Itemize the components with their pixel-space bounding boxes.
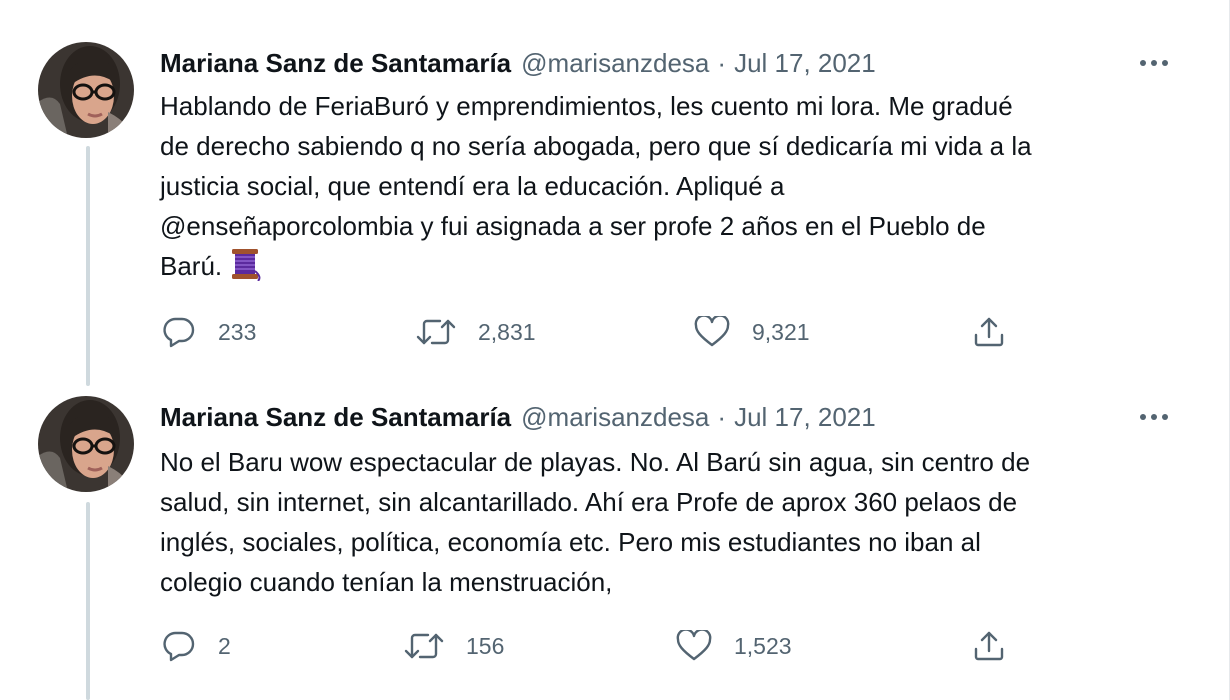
tweet-text-line: de derecho sabiendo q no sería abogada, … xyxy=(160,131,1032,161)
more-icon xyxy=(1140,60,1168,66)
like-count: 9,321 xyxy=(752,318,810,345)
author-name[interactable]: Mariana Sanz de Santamaría xyxy=(160,402,511,433)
retweet-button[interactable]: 2,831 xyxy=(416,312,536,352)
like-icon xyxy=(694,316,730,347)
tweet-text-line: justicia social, que entendí era la educ… xyxy=(160,171,785,201)
tweet-text: No el Baru wow espectacular de playas. N… xyxy=(160,442,1170,602)
retweet-icon xyxy=(404,633,444,659)
retweet-button[interactable]: 156 xyxy=(404,626,504,666)
author-handle[interactable]: @marisanzdesa xyxy=(521,48,709,79)
retweet-count: 2,831 xyxy=(478,318,536,345)
reply-count: 2 xyxy=(218,632,231,659)
tweet-actions: 233 2,831 9,321 xyxy=(158,312,1018,352)
tweet-text-line: colegio cuando tenían la menstruación, xyxy=(160,567,613,597)
like-icon xyxy=(676,630,712,661)
reply-button[interactable]: 2 xyxy=(162,626,231,666)
tweet[interactable]: Mariana Sanz de Santamaría @marisanzdesa… xyxy=(0,380,1210,700)
share-button[interactable] xyxy=(972,626,1006,666)
tweet-text: Hablando de FeriaBuró y emprendimientos,… xyxy=(160,86,1170,292)
tweet-text-line: Hablando de FeriaBuró y emprendimientos,… xyxy=(160,91,1013,121)
avatar[interactable] xyxy=(38,396,134,492)
reply-count: 233 xyxy=(218,318,257,345)
share-button[interactable] xyxy=(972,312,1006,352)
tweet-actions: 2 156 1,523 xyxy=(158,626,1018,666)
retweet-count: 156 xyxy=(466,632,505,659)
tweet-text-line: No el Baru wow espectacular de playas. N… xyxy=(160,447,1031,477)
tweet-date[interactable]: Jul 17, 2021 xyxy=(734,402,876,433)
tweet-text-line: salud, sin internet, sin alcantarillado.… xyxy=(160,487,1018,517)
like-button[interactable]: 1,523 xyxy=(676,626,792,666)
separator-dot: · xyxy=(717,401,727,432)
retweet-icon xyxy=(416,319,456,345)
author-name[interactable]: Mariana Sanz de Santamaría xyxy=(160,48,511,79)
tweet-header: Mariana Sanz de Santamaría @marisanzdesa… xyxy=(160,46,876,80)
like-count: 1,523 xyxy=(734,632,792,659)
like-button[interactable]: 9,321 xyxy=(694,312,810,352)
reply-button[interactable]: 233 xyxy=(162,312,256,352)
tweet-text-fragment: Barú. xyxy=(160,251,223,281)
spool-of-thread-icon xyxy=(228,247,262,292)
separator-dot: · xyxy=(717,47,727,78)
tweet-header: Mariana Sanz de Santamaría @marisanzdesa… xyxy=(160,400,876,434)
share-icon xyxy=(974,631,1004,661)
tweet-thread: Mariana Sanz de Santamaría @marisanzdesa… xyxy=(0,0,1230,700)
tweet[interactable]: Mariana Sanz de Santamaría @marisanzdesa… xyxy=(0,0,1210,380)
author-handle[interactable]: @marisanzdesa xyxy=(521,402,709,433)
tweet-text-line: inglés, sociales, política, economía etc… xyxy=(160,527,981,557)
more-options-button[interactable] xyxy=(1130,400,1178,434)
more-options-button[interactable] xyxy=(1130,46,1178,80)
tweet-text-line: Barú. xyxy=(160,246,1170,292)
more-icon xyxy=(1140,414,1168,420)
tweet-text-line: @enseñaporcolombia y fui asignada a ser … xyxy=(160,211,986,241)
reply-icon xyxy=(163,317,195,348)
share-icon xyxy=(974,317,1004,347)
reply-icon xyxy=(163,631,195,662)
avatar[interactable] xyxy=(38,42,134,138)
tweet-date[interactable]: Jul 17, 2021 xyxy=(734,48,876,79)
